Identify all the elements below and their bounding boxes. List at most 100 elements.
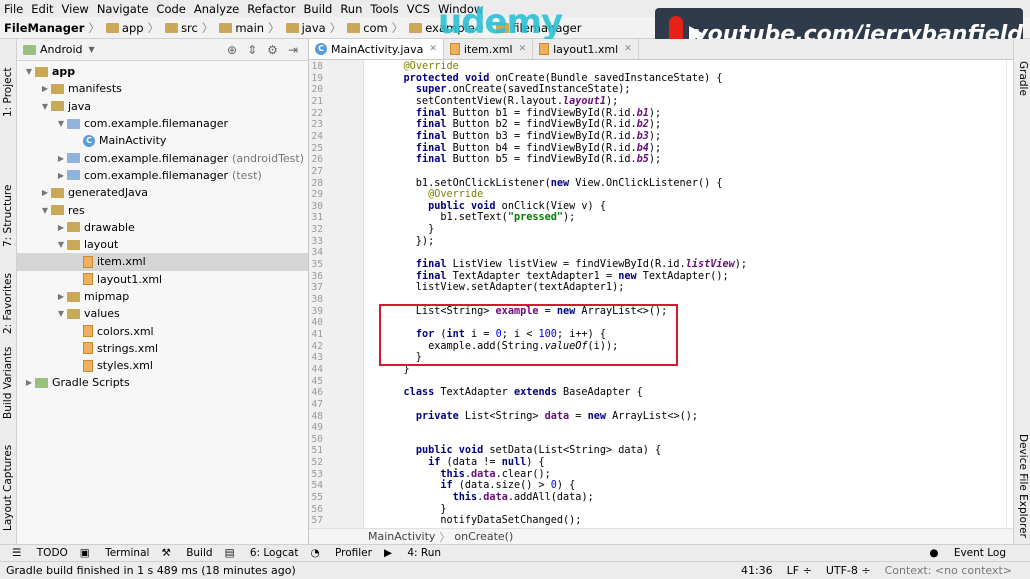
expand-arrow-icon[interactable]: ▶	[39, 84, 51, 93]
tree-item[interactable]: item.xml	[17, 253, 308, 271]
expand-arrow-icon[interactable]: ▼	[55, 309, 67, 318]
line-separator[interactable]: LF ÷	[787, 564, 812, 577]
tab-build-variants[interactable]: Build Variants	[2, 344, 14, 419]
crumb-item[interactable]: com 〉	[345, 20, 407, 36]
close-icon[interactable]: ✕	[519, 44, 527, 54]
code-line: }	[379, 224, 435, 236]
tree-item[interactable]: layout1.xml	[17, 271, 308, 288]
target-icon[interactable]: ⊕	[227, 43, 237, 57]
expand-arrow-icon[interactable]: ▶	[55, 154, 67, 163]
tree-item-label: app	[52, 65, 76, 79]
build-button[interactable]: ⚒ Build	[161, 547, 212, 559]
tree-item[interactable]: ▼ values	[17, 305, 308, 322]
project-panel-header: Android ▼ ⊕ ⇕ ⚙ ⇥	[17, 39, 308, 61]
crumb-item[interactable]: main 〉	[217, 20, 283, 36]
menu-view[interactable]: View	[62, 2, 89, 16]
tree-item[interactable]: colors.xml	[17, 322, 308, 339]
code-line: public void onClick(View v) {	[428, 200, 606, 212]
terminal-button[interactable]: ▣ Terminal	[80, 547, 150, 559]
expand-arrow-icon[interactable]: ▼	[55, 240, 67, 249]
menu-code[interactable]: Code	[156, 2, 185, 16]
tab-layout-captures[interactable]: Layout Captures	[2, 441, 14, 531]
line-number: 34	[311, 247, 323, 259]
close-icon[interactable]: ✕	[624, 44, 632, 54]
tree-item[interactable]: ▼ layout	[17, 236, 308, 253]
folder-icon	[285, 22, 299, 33]
tree-item[interactable]: ▶ manifests	[17, 80, 308, 97]
tree-item[interactable]: ▶ drawable	[17, 219, 308, 236]
collapse-icon[interactable]: ⇕	[247, 43, 257, 57]
caret-position[interactable]: 41:36	[741, 564, 773, 577]
menu-analyze[interactable]: Analyze	[194, 2, 239, 16]
tree-item[interactable]: ▶ mipmap	[17, 288, 308, 305]
crumb-item[interactable]: java 〉	[284, 20, 346, 36]
code-line: this.data.addAll(data);	[452, 492, 594, 504]
tab-project[interactable]: 1: Project	[2, 47, 14, 117]
crumb-item[interactable]: app 〉	[104, 20, 163, 36]
tab-favorites[interactable]: 2: Favorites	[2, 264, 14, 334]
menu-file[interactable]: File	[4, 2, 23, 16]
expand-arrow-icon[interactable]: ▶	[39, 188, 51, 197]
tree-item[interactable]: ▶ com.example.filemanager (androidTest)	[17, 149, 308, 166]
tree-item[interactable]: ▶ com.example.filemanager (test)	[17, 167, 308, 184]
menu-edit[interactable]: Edit	[31, 2, 53, 16]
tree-item[interactable]: ▼ res	[17, 201, 308, 218]
crumb-item[interactable]: FileManager 〉	[4, 20, 104, 36]
context-indicator[interactable]: Context: <no context>	[885, 564, 1012, 577]
tree-item[interactable]: ▶ Gradle Scripts	[17, 374, 308, 391]
tab-gradle[interactable]: Gradle	[1017, 61, 1029, 96]
tree-item[interactable]: styles.xml	[17, 357, 308, 374]
menu-tools[interactable]: Tools	[370, 2, 398, 16]
line-number: 20	[311, 84, 323, 96]
expand-arrow-icon[interactable]: ▼	[39, 206, 51, 215]
crumb-item[interactable]: src 〉	[163, 20, 217, 36]
menu-vcs[interactable]: VCS	[407, 2, 430, 16]
tab-device-file-explorer[interactable]: Device File Explorer	[1017, 434, 1029, 538]
code-line: final Button b2 = findViewById(R.id.b2);	[415, 119, 662, 131]
gear-icon[interactable]: ⚙	[267, 43, 278, 57]
expand-arrow-icon[interactable]: ▶	[55, 223, 67, 232]
run-button[interactable]: ▶ 4: Run	[384, 547, 441, 559]
status-message[interactable]: Gradle build finished in 1 s 489 ms (18 …	[6, 564, 296, 577]
hide-icon[interactable]: ⇥	[288, 43, 298, 57]
folder-icon	[165, 22, 179, 33]
tab-item-xml[interactable]: item.xml ✕	[444, 39, 534, 59]
expand-arrow-icon[interactable]: ▼	[55, 119, 67, 128]
menu-run[interactable]: Run	[340, 2, 362, 16]
close-icon[interactable]: ✕	[429, 44, 437, 54]
folder-icon	[51, 205, 64, 216]
tree-item[interactable]: C MainActivity	[17, 132, 308, 149]
chevron-down-icon[interactable]: ▼	[89, 45, 95, 54]
menu-navigate[interactable]: Navigate	[97, 2, 149, 16]
tree-item[interactable]: ▼ app	[17, 63, 308, 80]
line-number: 42	[311, 340, 323, 352]
file-encoding[interactable]: UTF-8 ÷	[826, 564, 871, 577]
tree-item[interactable]: ▼ com.example.filemanager	[17, 115, 308, 132]
code-line: final TextAdapter textAdapter1 = new Tex…	[415, 270, 729, 282]
event-log-button[interactable]: ● Event Log	[929, 547, 1006, 559]
crumb-method[interactable]: onCreate()	[454, 530, 513, 543]
code-line: b1.setOnClickListener(new View.OnClickLi…	[379, 177, 723, 189]
menu-build[interactable]: Build	[303, 2, 332, 16]
tab-layout1-xml[interactable]: layout1.xml ✕	[533, 39, 639, 59]
crumb-class[interactable]: MainActivity	[368, 530, 435, 543]
expand-arrow-icon[interactable]: ▶	[23, 378, 35, 387]
code-editor[interactable]: @Override protected void onCreate(Bundle…	[364, 60, 1013, 528]
menu-refactor[interactable]: Refactor	[247, 2, 295, 16]
tab-structure[interactable]: 7: Structure	[2, 177, 14, 247]
crumb-label: src	[181, 20, 198, 35]
tree-item[interactable]: ▶ generatedJava	[17, 184, 308, 201]
profiler-button[interactable]: ◔ Profiler	[310, 547, 371, 559]
folder-icon	[409, 22, 423, 33]
expand-arrow-icon[interactable]: ▶	[55, 171, 67, 180]
tab-mainactivity[interactable]: C MainActivity.java ✕	[309, 39, 444, 59]
expand-arrow-icon[interactable]: ▼	[23, 67, 35, 76]
tree-item[interactable]: strings.xml	[17, 340, 308, 357]
project-view-selector[interactable]: Android	[40, 43, 83, 56]
logcat-button[interactable]: ▤ 6: Logcat	[225, 547, 299, 559]
todo-button[interactable]: ☰ TODO	[12, 547, 68, 559]
expand-arrow-icon[interactable]: ▶	[55, 292, 67, 301]
tree-item[interactable]: ▼ java	[17, 98, 308, 115]
expand-arrow-icon[interactable]: ▼	[39, 102, 51, 111]
tree-item-label: res	[68, 203, 85, 217]
